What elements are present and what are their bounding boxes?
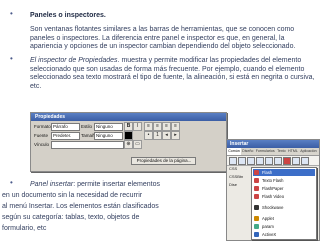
comment-icon[interactable] [301, 157, 309, 165]
flash-video-icon [254, 194, 259, 199]
font-select[interactable]: Predeter. [51, 132, 80, 140]
properties-panel: Propiedades Formato Párrafo Estilo Ningu… [30, 112, 227, 172]
bullet-line-4: según su categoría: tablas, texto, objet… [2, 214, 140, 221]
link-label: Vínculo [34, 142, 50, 147]
point-to-file-icon[interactable]: ⊕ [124, 140, 133, 149]
font-label: Fuente [34, 133, 49, 138]
tab-aplicacion[interactable]: Aplicación [299, 148, 318, 155]
style-label: Estilo [81, 124, 93, 129]
menu-item-shockwave[interactable]: Shockwave [262, 205, 283, 210]
bullet-lead: El inspector de Propiedades [30, 57, 118, 64]
image-icon[interactable] [274, 157, 282, 165]
media-dropdown-menu: Flash Texto Flash FlashPaper Flash Video… [251, 167, 317, 240]
align-left-icon[interactable]: ≡ [144, 122, 153, 131]
style-select[interactable]: Ninguno [94, 123, 123, 131]
left-label: CSSBtn [229, 174, 244, 179]
link-input[interactable] [51, 141, 124, 149]
page-properties-button[interactable]: Propiedades de la página... [131, 157, 196, 165]
bullet-marker: • [10, 9, 13, 18]
bold-button[interactable]: B [124, 122, 133, 131]
param-icon [254, 224, 259, 229]
format-select[interactable]: Párrafo [51, 123, 80, 131]
menu-item-flash-video[interactable]: Flash Video [262, 194, 284, 199]
flash-icon [254, 170, 259, 175]
indent-icon[interactable]: ▸ [171, 131, 180, 140]
email-link-icon[interactable] [238, 157, 246, 165]
menu-item-param[interactable]: param [262, 224, 274, 229]
bullet-marker: • [10, 178, 13, 187]
insert-left-labels: CSS CSSBtn Dise [229, 166, 243, 187]
bullet-text: : permite insertar elementos [73, 181, 160, 188]
tab-formularios[interactable]: Formularios [255, 148, 276, 155]
size-select[interactable]: Ninguno [94, 132, 123, 140]
insert-tabs: Común Diseño Formularios Texto HTML Apli… [227, 148, 319, 156]
flash-media-icon[interactable] [283, 157, 291, 165]
tab-comun[interactable]: Común [227, 148, 241, 155]
bullet-heading: Paneles o inspectores. [30, 12, 106, 19]
left-label: CSS [229, 166, 238, 171]
layer-icon[interactable] [265, 157, 273, 165]
insert-panel: Insertar Común Diseño Formularios Texto … [226, 139, 320, 241]
table-icon[interactable] [256, 157, 264, 165]
flash-text-icon [254, 178, 259, 183]
menu-item-applet[interactable]: Applet [262, 216, 274, 221]
italic-button[interactable]: I [133, 122, 142, 131]
bullet-line-2: en un documento sin la necesidad de recu… [2, 192, 143, 199]
bullet-body-properties: El inspector de Propiedades. muestra y p… [30, 57, 315, 91]
applet-icon [254, 216, 259, 221]
align-center-icon[interactable]: ≡ [153, 122, 162, 131]
left-label: Dise [229, 182, 238, 187]
unordered-list-icon[interactable]: • [144, 131, 153, 140]
date-icon[interactable] [292, 157, 300, 165]
bullet-line-1: Panel insertar: permite insertar element… [30, 181, 160, 188]
bullet-marker: • [10, 54, 13, 63]
align-justify-icon[interactable]: ≡ [171, 122, 180, 131]
flashpaper-icon [254, 186, 259, 191]
align-right-icon[interactable]: ≡ [162, 122, 171, 131]
properties-panel-title: Propiedades [31, 113, 226, 121]
browse-folder-icon[interactable]: ▭ [133, 140, 142, 149]
tab-diseno[interactable]: Diseño [241, 148, 255, 155]
hyperlink-icon[interactable] [229, 157, 237, 165]
menu-item-flash[interactable]: Flash [262, 170, 272, 175]
outdent-icon[interactable]: ◂ [162, 131, 171, 140]
menu-item-flashpaper[interactable]: FlashPaper [262, 186, 283, 191]
menu-item-activex[interactable]: ActiveX [262, 232, 276, 237]
bullet-body: Son ventanas flotantes similares a las b… [30, 26, 296, 50]
insert-panel-title: Insertar [227, 140, 319, 148]
shockwave-icon [254, 205, 259, 210]
bullet-line-5: formulario, etc [2, 225, 47, 232]
insert-icon-bar [227, 156, 319, 166]
menu-item-texto-flash[interactable]: Texto Flash [262, 178, 283, 183]
bullet-lead: Panel insertar [30, 181, 74, 188]
tab-texto[interactable]: Texto [276, 148, 287, 155]
ordered-list-icon[interactable]: 1 [153, 131, 162, 140]
anchor-icon[interactable] [247, 157, 255, 165]
color-swatch[interactable] [124, 131, 133, 140]
tab-html[interactable]: HTML [287, 148, 299, 155]
activex-icon [254, 232, 259, 237]
format-label: Formato [34, 124, 51, 129]
bullet-line-3: al menú Insertar. Los elementos están cl… [2, 203, 159, 210]
